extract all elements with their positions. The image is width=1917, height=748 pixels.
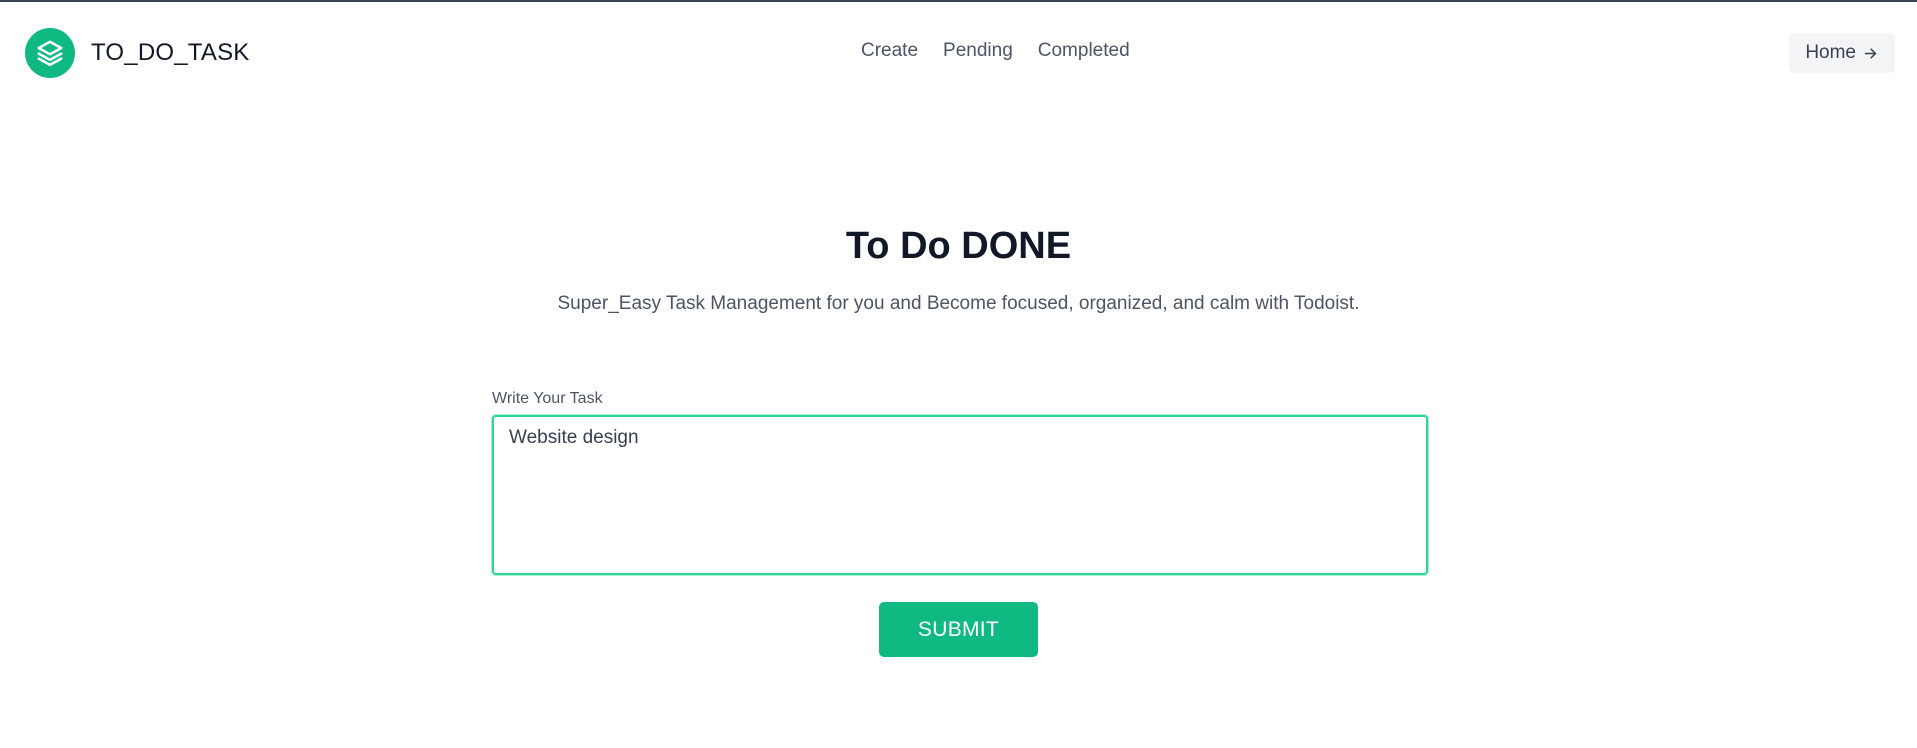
task-textarea[interactable]: Website design xyxy=(492,415,1428,575)
brand[interactable]: TO_DO_TASK xyxy=(25,28,250,78)
task-field-label: Write Your Task xyxy=(492,390,603,407)
home-button-label: Home xyxy=(1805,42,1856,63)
submit-button[interactable]: SUBMIT xyxy=(879,602,1038,657)
task-form: Write Your Task Website design xyxy=(492,388,1428,580)
nav-item-pending[interactable]: Pending xyxy=(943,40,1013,62)
home-button[interactable]: Home xyxy=(1789,33,1895,73)
arrow-right-icon xyxy=(1862,45,1879,62)
main-nav: Create Pending Completed xyxy=(861,40,1155,62)
brand-name[interactable]: TO_DO_TASK xyxy=(91,39,250,67)
page-subtitle: Super_Easy Task Management for you and B… xyxy=(557,293,1360,314)
nav-item-completed[interactable]: Completed xyxy=(1038,40,1130,62)
submit-wrap: SUBMIT xyxy=(0,602,1917,657)
nav-item-create[interactable]: Create xyxy=(861,40,918,62)
layers-icon[interactable] xyxy=(25,28,75,78)
page-title: To Do DONE xyxy=(845,225,1072,267)
hero-section: To Do DONE Super_Easy Task Management fo… xyxy=(0,220,1917,318)
site-header: TO_DO_TASK Create Pending Completed Home xyxy=(0,2,1917,104)
